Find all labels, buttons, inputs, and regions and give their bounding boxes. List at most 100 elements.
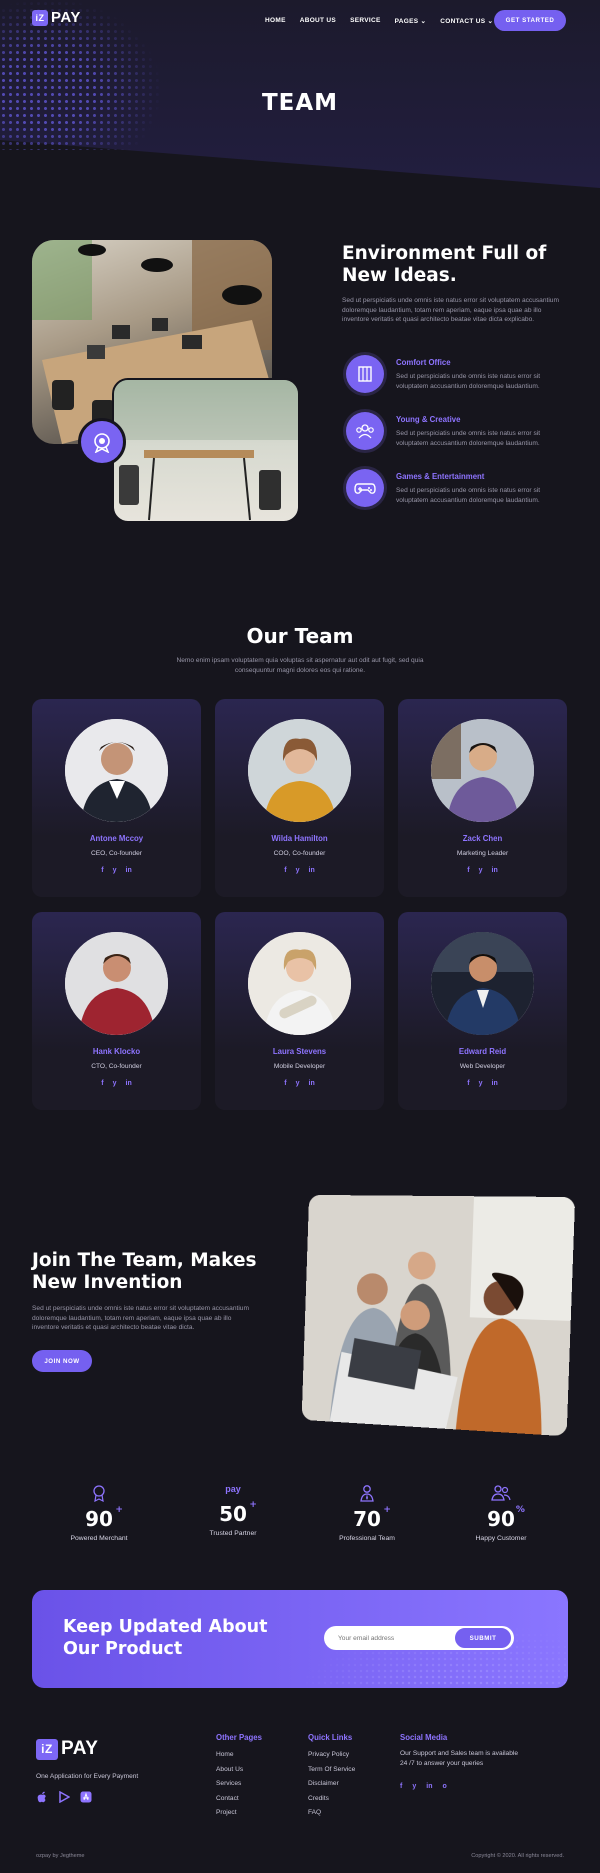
team-card-laura[interactable]: Laura Stevens Mobile Developer f y in bbox=[215, 912, 384, 1110]
footer-link-project[interactable]: Project bbox=[216, 1806, 262, 1821]
facebook-icon[interactable]: f bbox=[101, 1080, 103, 1087]
nav-about-us[interactable]: ABOUT US bbox=[300, 17, 336, 25]
team-card-antone[interactable]: Antone Mccoy CEO, Co-founder f y in bbox=[32, 699, 201, 897]
feature-desc-comfort: Sed ut perspiciatis unde omnis iste natu… bbox=[396, 373, 541, 390]
avatar bbox=[65, 932, 168, 1035]
stat-label: Happy Customer bbox=[475, 1535, 527, 1542]
twitter-icon[interactable]: y bbox=[113, 1080, 117, 1087]
join-now-button[interactable]: JOIN NOW bbox=[32, 1350, 92, 1372]
nav-pages[interactable]: PAGES ⌄ bbox=[395, 17, 427, 25]
linkedin-icon[interactable]: in bbox=[426, 1783, 432, 1790]
member-role: Marketing Leader bbox=[456, 850, 509, 857]
building-icon bbox=[358, 366, 372, 382]
nav-contact-us[interactable]: CONTACT US ⌄ bbox=[440, 17, 493, 25]
social-text-line2: 24 /7 to answer your queries bbox=[400, 1760, 484, 1767]
footer-logo[interactable]: iZ PAY bbox=[36, 1738, 98, 1760]
newsletter-banner: Keep Updated About Our Product SUBMIT bbox=[32, 1590, 568, 1688]
facebook-icon[interactable]: f bbox=[284, 1080, 286, 1087]
avatar bbox=[65, 719, 168, 822]
get-started-button[interactable]: GET STARTED bbox=[494, 10, 566, 31]
linkedin-icon[interactable]: in bbox=[309, 867, 315, 874]
facebook-icon[interactable]: f bbox=[284, 867, 286, 874]
person-photo bbox=[65, 932, 168, 1035]
team-desc-line2: consequuntur magni dolores eos qui ratio… bbox=[234, 666, 366, 674]
environment-title-line2: New Ideas. bbox=[342, 265, 457, 286]
twitter-icon[interactable]: y bbox=[479, 1080, 483, 1087]
logo-mark: iZ bbox=[36, 1738, 58, 1760]
member-socials: f y in bbox=[32, 867, 201, 874]
header-logo[interactable]: iZ PAY bbox=[32, 9, 81, 26]
linkedin-icon[interactable]: in bbox=[126, 1080, 132, 1087]
member-role: Web Developer bbox=[459, 1063, 506, 1070]
team-card-wilda[interactable]: Wilda Hamilton COO, Co-founder f y in bbox=[215, 699, 384, 897]
google-play-icon[interactable] bbox=[58, 1791, 70, 1803]
linkedin-icon[interactable]: in bbox=[309, 1080, 315, 1087]
feature-icon-young bbox=[346, 412, 384, 450]
stat-label: Trusted Partner bbox=[209, 1530, 257, 1537]
person-photo bbox=[431, 932, 534, 1035]
footer-social-media: Social Media Our Support and Sales team … bbox=[400, 1733, 518, 1790]
twitter-icon[interactable]: y bbox=[296, 867, 300, 874]
footer-credit: ozpay by Jegtheme bbox=[36, 1853, 85, 1859]
footer-link-services[interactable]: Services bbox=[216, 1777, 262, 1792]
nav-home[interactable]: HOME bbox=[265, 17, 286, 25]
twitter-icon[interactable]: y bbox=[113, 867, 117, 874]
join-title-line2: New Invention bbox=[32, 1272, 183, 1293]
member-name: Zack Chen bbox=[462, 834, 503, 843]
badge-icon bbox=[93, 1485, 105, 1503]
footer-link-home[interactable]: Home bbox=[216, 1748, 262, 1763]
environment-title-line1: Environment Full of bbox=[342, 243, 547, 264]
award-badge bbox=[78, 418, 126, 466]
chevron-down-icon: ⌄ bbox=[420, 18, 427, 25]
facebook-icon[interactable]: f bbox=[101, 867, 103, 874]
footer-link-faq[interactable]: FAQ bbox=[308, 1806, 355, 1821]
facebook-icon[interactable]: f bbox=[467, 867, 469, 874]
team-card-hank[interactable]: Hank Klocko CTO, Co-founder f y in bbox=[32, 912, 201, 1110]
environment-desc: Sed ut perspiciatis unde omnis iste natu… bbox=[342, 297, 559, 324]
linkedin-icon[interactable]: in bbox=[126, 867, 132, 874]
feature-icon-comfort bbox=[346, 355, 384, 393]
stat-value: 90% bbox=[487, 1505, 525, 1531]
nav-service[interactable]: SERVICE bbox=[350, 17, 381, 25]
twitter-icon[interactable]: y bbox=[479, 867, 483, 874]
chevron-down-icon: ⌄ bbox=[487, 18, 494, 25]
twitter-icon[interactable]: y bbox=[412, 1783, 416, 1790]
member-role: CEO, Co-founder bbox=[91, 850, 142, 857]
linkedin-icon[interactable]: in bbox=[492, 1080, 498, 1087]
footer-link-terms[interactable]: Term Of Service bbox=[308, 1763, 355, 1778]
instagram-icon[interactable]: o bbox=[442, 1783, 446, 1790]
join-desc: Sed ut perspiciatis unde omnis iste natu… bbox=[32, 1305, 249, 1332]
newsletter-title-line2: Our Product bbox=[63, 1639, 183, 1659]
feature-title-comfort: Comfort Office bbox=[396, 358, 451, 367]
footer-link-about[interactable]: About Us bbox=[216, 1763, 262, 1778]
stat-happy-customer: 90% Happy Customer bbox=[441, 1484, 561, 1542]
submit-button[interactable]: SUBMIT bbox=[454, 1627, 512, 1649]
app-store-icon[interactable] bbox=[80, 1791, 92, 1803]
stat-suffix: + bbox=[383, 1505, 391, 1515]
nav-contact-label: CONTACT US bbox=[440, 18, 486, 25]
footer-link-disclaimer[interactable]: Disclaimer bbox=[308, 1777, 355, 1792]
team-card-zack[interactable]: Zack Chen Marketing Leader f y in bbox=[398, 699, 567, 897]
member-socials: f y in bbox=[215, 867, 384, 874]
member-name: Wilda Hamilton bbox=[271, 834, 328, 843]
social-text-line1: Our Support and Sales team is available bbox=[400, 1750, 519, 1757]
footer-link-credits[interactable]: Credits bbox=[308, 1792, 355, 1807]
facebook-icon[interactable]: f bbox=[400, 1783, 402, 1790]
team-desc-line1: Nemo enim ipsam voluptatem quia voluptas… bbox=[176, 657, 424, 664]
footer-link-contact[interactable]: Contact bbox=[216, 1792, 262, 1807]
stat-suffix: % bbox=[515, 1505, 525, 1515]
facebook-icon[interactable]: f bbox=[467, 1080, 469, 1087]
newsletter-title: Keep Updated About Our Product bbox=[63, 1616, 267, 1660]
nav-pages-label: PAGES bbox=[394, 18, 419, 25]
stat-number: 90 bbox=[487, 1507, 515, 1531]
social-media-text: Our Support and Sales team is available … bbox=[400, 1749, 518, 1769]
apple-icon[interactable] bbox=[36, 1791, 48, 1803]
linkedin-icon[interactable]: in bbox=[492, 867, 498, 874]
stat-professional-team: 70 + Professional Team bbox=[307, 1484, 427, 1542]
team-card-edward[interactable]: Edward Reid Web Developer f y in bbox=[398, 912, 567, 1110]
footer-link-privacy[interactable]: Privacy Policy bbox=[308, 1748, 355, 1763]
stat-trusted-partner: pay 50 + Trusted Partner bbox=[173, 1484, 293, 1537]
environment-title: Environment Full of New Ideas. bbox=[342, 243, 546, 287]
twitter-icon[interactable]: y bbox=[296, 1080, 300, 1087]
person-photo bbox=[431, 719, 534, 822]
